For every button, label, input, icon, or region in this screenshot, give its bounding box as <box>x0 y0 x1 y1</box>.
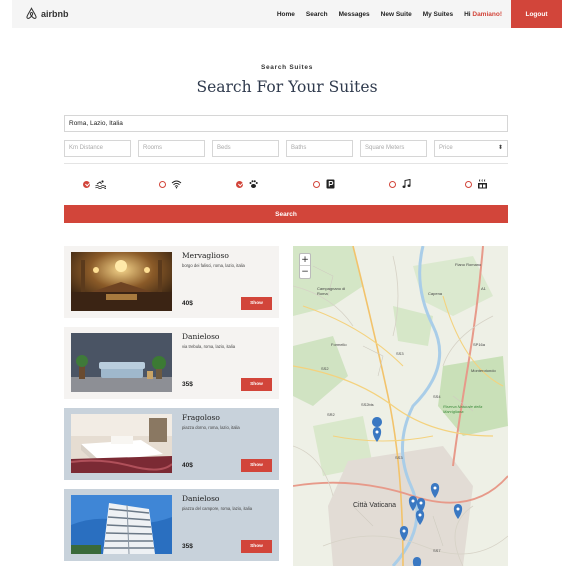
suite-card[interactable]: Mervaglioso borgo dei falisci, roma, laz… <box>64 246 279 318</box>
nav-messages[interactable]: Messages <box>339 11 370 18</box>
baths-input[interactable]: Baths <box>286 140 353 157</box>
suite-price: 40$ <box>182 300 193 307</box>
nav-new-suite[interactable]: New Suite <box>381 11 412 18</box>
nav-my-suites[interactable]: My Suites <box>423 11 453 18</box>
suite-name: Mervaglioso <box>182 251 229 260</box>
map-label-ss2bis: SS2bis <box>361 402 374 407</box>
nav-search[interactable]: Search <box>306 11 328 18</box>
show-button[interactable]: Show <box>241 297 272 310</box>
nav-home[interactable]: Home <box>277 11 295 18</box>
map-label-a1: A1 <box>481 286 486 291</box>
form-divider <box>64 163 508 164</box>
airbnb-logo[interactable]: airbnb <box>25 7 69 20</box>
price-select[interactable]: Price ⬍ <box>434 140 508 157</box>
suite-address: piazza dorno, roma, lazio, italia <box>182 425 240 430</box>
page-subtitle: Search Suites <box>260 64 314 71</box>
sauna-icon <box>478 179 487 189</box>
suite-photo <box>71 414 172 473</box>
search-button[interactable]: Search <box>64 205 508 223</box>
amenity-parking[interactable] <box>313 179 336 189</box>
suite-price: 35$ <box>182 543 193 550</box>
amenity-wifi-radio[interactable] <box>159 180 166 188</box>
suite-address: via trebula, roma, lazio, italia <box>182 344 236 349</box>
map-label-ss4: SS4 <box>433 394 441 399</box>
logout-button[interactable]: Logout <box>511 0 562 28</box>
suite-price: 35$ <box>182 381 193 388</box>
map-label-ss2: SS2 <box>321 366 329 371</box>
zoom-out-button[interactable]: − <box>300 266 310 278</box>
suite-image-living-room[interactable] <box>71 333 172 392</box>
suite-photo <box>71 252 172 311</box>
map-label-ss3: SS3 <box>396 351 404 356</box>
music-icon <box>402 179 411 188</box>
zoom-controls: + − <box>299 253 311 279</box>
map-label-sr3: SS3 <box>395 455 403 460</box>
suite-card[interactable]: Fragoloso piazza dorno, roma, lazio, ita… <box>64 408 279 480</box>
pets-icon <box>249 180 258 188</box>
suite-name: Danieloso <box>182 332 220 341</box>
map-label-campagnano: Campagnano di Roma <box>317 286 346 296</box>
show-button[interactable]: Show <box>241 459 272 472</box>
suite-name: Danieloso <box>182 494 220 503</box>
suite-photo <box>71 495 172 554</box>
map-label-formello: Formello <box>331 342 347 347</box>
amenity-sauna-radio[interactable] <box>465 180 472 188</box>
amenity-music-radio[interactable] <box>389 180 396 188</box>
map-label-ss7: SS7 <box>433 548 441 553</box>
suite-image-ballroom[interactable] <box>71 252 172 311</box>
amenity-wifi[interactable] <box>159 179 182 189</box>
suite-image-building[interactable] <box>71 495 172 554</box>
suite-address: borgo dei falisci, roma, lazio, italia <box>182 263 245 268</box>
map[interactable]: + − Fiano Romano Campagnano di Roma Cape… <box>293 246 508 566</box>
suite-card[interactable]: Danieloso via trebula, roma, lazio, ital… <box>64 327 279 399</box>
rooms-input[interactable]: Rooms <box>138 140 205 157</box>
suite-image-bedroom[interactable] <box>71 414 172 473</box>
zoom-in-button[interactable]: + <box>300 254 310 266</box>
suite-photo <box>71 333 172 392</box>
show-button[interactable]: Show <box>241 540 272 553</box>
select-arrow-icon: ⬍ <box>497 145 503 151</box>
suite-price: 40$ <box>182 462 193 469</box>
amenity-pool-radio[interactable] <box>83 180 90 188</box>
beds-input[interactable]: Beds <box>212 140 279 157</box>
map-label-sr2: SR2 <box>327 412 335 417</box>
user-greeting: Hi Damiano! <box>464 11 502 18</box>
map-label-citta-vaticana: Città Vaticana <box>353 502 397 509</box>
suite-name: Fragoloso <box>182 413 220 422</box>
logo-text: airbnb <box>41 8 69 19</box>
map-label-sp16: SP16a <box>473 342 486 347</box>
map-pin <box>412 557 422 566</box>
page-title: Search For Your Suites <box>196 78 378 96</box>
amenity-sauna[interactable] <box>465 179 488 189</box>
wifi-icon <box>171 180 182 189</box>
airbnb-logo-icon <box>26 7 37 19</box>
user-name: Damiano! <box>472 10 502 18</box>
amenity-music[interactable] <box>389 179 412 189</box>
swimming-pool-icon <box>95 180 106 189</box>
price-select-label: Price <box>439 145 453 151</box>
map-label-capena: Capena <box>428 291 443 296</box>
parking-icon <box>326 179 335 189</box>
location-input[interactable]: Roma, Lazio, Italia <box>64 115 508 132</box>
amenity-pool[interactable] <box>83 179 106 189</box>
suite-card[interactable]: Danieloso piazza del campore, roma, lazi… <box>64 489 279 561</box>
amenity-pets[interactable] <box>236 179 259 189</box>
navbar: airbnb Home Search Messages New Suite My… <box>12 0 562 28</box>
map-label-fiano: Fiano Romano <box>455 262 482 267</box>
distance-input[interactable]: Km Distance <box>64 140 131 157</box>
square-meters-input[interactable]: Square Meters <box>360 140 427 157</box>
amenity-parking-radio[interactable] <box>313 180 320 188</box>
amenity-pets-radio[interactable] <box>236 180 243 188</box>
map-label-riserva: Riserva Naturale della Marcigliana <box>443 404 483 414</box>
suite-address: piazza del campore, roma, lazio, italia <box>182 506 253 511</box>
show-button[interactable]: Show <box>241 378 272 391</box>
map-label-monterotondo: Monterotondo <box>471 368 496 373</box>
